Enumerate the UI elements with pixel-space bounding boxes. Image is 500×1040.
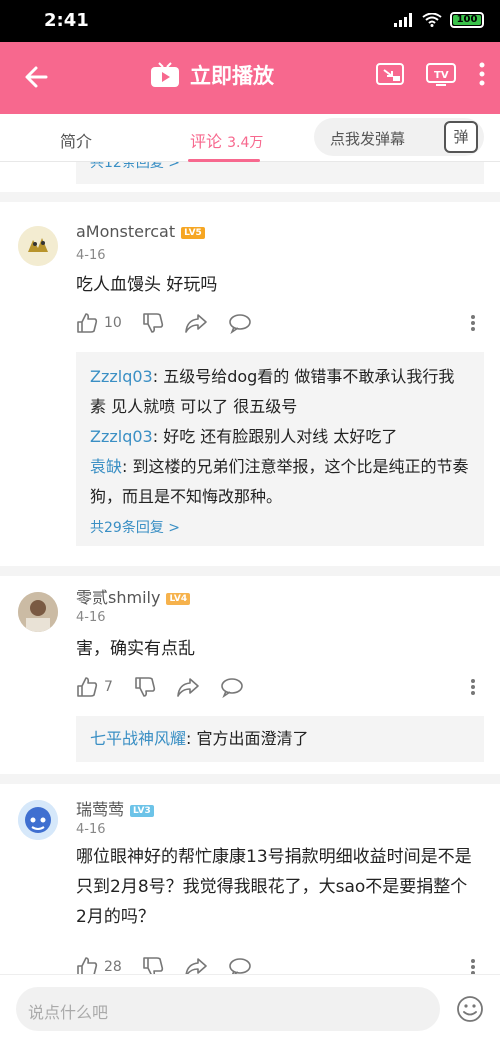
reply-preview-box[interactable]: Zzzlq03: 五级号给dog看的 做错事不敢承认我行我素 见人就喷 可以了 … (76, 352, 484, 546)
comment-date: 4-16 (76, 822, 106, 837)
tv-icon[interactable]: TV (426, 62, 456, 86)
reply-user[interactable]: Zzzlq03 (90, 427, 153, 446)
tab-comments[interactable]: 评论 3.4万 (190, 128, 263, 152)
share-icon[interactable] (184, 312, 208, 334)
play-now-button[interactable]: 立即播放 (150, 60, 274, 90)
divider (0, 192, 500, 202)
reply-text: : 到这楼的兄弟们注意举报，这个比是纯正的节奏狗，而且是不知悔改那种。 (90, 457, 469, 506)
avatar-image (18, 226, 58, 266)
thumbs-up-icon (77, 677, 98, 697)
level-badge: LV5 (181, 227, 205, 239)
play-now-label: 立即播放 (190, 64, 274, 88)
comment-item: aMonstercat LV5 4-16 吃人血馒头 好玩吗 10 Zzzlq03… (0, 202, 500, 562)
avatar-image (18, 800, 58, 840)
reply-preview-box[interactable]: 七平战神风耀: 官方出面澄清了 (76, 716, 484, 762)
comment-input-bar: 说点什么吧 (0, 974, 500, 1040)
comment-list[interactable]: 共12条回复 > aMonstercat LV5 4-16 吃人血馒头 好玩吗 1… (0, 162, 500, 974)
username[interactable]: 零贰shmily LV4 (76, 584, 191, 608)
comments-count: 3.4万 (227, 135, 264, 151)
divider (0, 774, 500, 784)
more-options-icon[interactable] (470, 958, 476, 974)
emoji-icon[interactable] (456, 995, 484, 1023)
signal-icon (394, 13, 412, 27)
comment-actions: 28 (76, 956, 486, 974)
svg-text:TV: TV (434, 70, 449, 81)
thumbs-down-icon[interactable] (134, 676, 156, 698)
wifi-icon (422, 13, 442, 27)
comment-actions: 10 (76, 312, 486, 336)
comment-actions: 7 (76, 676, 486, 700)
more-options-icon[interactable] (470, 314, 476, 332)
like-count: 10 (104, 315, 122, 331)
reply-user[interactable]: 袁缺 (90, 457, 122, 476)
previous-reply-box: 共12条回复 > (76, 162, 484, 184)
divider (0, 566, 500, 576)
comment-item: 瑞莺莺 LV3 4-16 哪位眼神好的帮忙康康13号捐款明细收益时间是不是只到2月… (0, 784, 500, 974)
cast-screen-icon[interactable] (376, 62, 404, 86)
reply-icon[interactable] (220, 676, 244, 698)
reply-icon[interactable] (228, 312, 252, 334)
like-button[interactable]: 10 (76, 312, 122, 334)
more-replies-link[interactable]: 共29条回复 > (90, 516, 470, 540)
status-time: 2:41 (44, 10, 89, 31)
comment-item: 零贰shmily LV4 4-16 害，确实有点乱 7 七平战神风耀: 官方出面澄… (0, 576, 500, 776)
previous-more-replies-link[interactable]: 共12条回复 > (90, 162, 180, 172)
reply-line: 袁缺: 到这楼的兄弟们注意举报，这个比是纯正的节奏狗，而且是不知悔改那种。 (90, 452, 470, 512)
danmu-input[interactable]: 点我发弹幕 弹 (314, 118, 484, 156)
tv-play-icon (151, 62, 179, 87)
thumbs-up-icon (77, 313, 98, 333)
status-bar: 2:41 100 (0, 0, 500, 42)
comment-input-placeholder: 说点什么吧 (28, 1003, 109, 1022)
comment-date: 4-16 (76, 610, 106, 625)
like-count: 7 (104, 679, 113, 695)
level-badge: LV4 (166, 593, 191, 605)
avatar[interactable] (18, 592, 58, 632)
app-bar: 立即播放 TV (0, 42, 500, 114)
status-icons: 100 (394, 12, 484, 28)
reply-line: Zzzlq03: 好吃 还有脸跟别人对线 太好吃了 (90, 422, 470, 452)
reply-icon[interactable] (228, 956, 252, 974)
reply-text: : 官方出面澄清了 (186, 729, 309, 748)
thumbs-down-icon[interactable] (142, 956, 164, 974)
like-count: 28 (104, 959, 122, 974)
like-button[interactable]: 7 (76, 676, 113, 698)
avatar[interactable] (18, 226, 58, 266)
like-button[interactable]: 28 (76, 956, 122, 974)
back-arrow-icon[interactable] (22, 62, 52, 92)
thumbs-down-icon[interactable] (142, 312, 164, 334)
danmu-toggle-button[interactable]: 弹 (444, 121, 478, 153)
comment-date: 4-16 (76, 248, 106, 263)
battery-icon: 100 (450, 12, 484, 28)
more-options-icon[interactable] (470, 678, 476, 696)
comment-text: 哪位眼神好的帮忙康康13号捐款明细收益时间是不是只到2月8号？我觉得我眼花了，大… (76, 847, 472, 927)
tab-intro[interactable]: 简介 (60, 128, 92, 152)
comment-input[interactable]: 说点什么吧 (16, 987, 440, 1031)
thumbs-up-icon (77, 957, 98, 974)
avatar[interactable] (18, 800, 58, 840)
reply-user[interactable]: Zzzlq03 (90, 367, 153, 386)
level-badge: LV3 (130, 805, 154, 817)
reply-user[interactable]: 七平战神风耀 (90, 729, 186, 748)
share-icon[interactable] (184, 956, 208, 974)
comment-text: 吃人血馒头 好玩吗 (76, 275, 218, 295)
danmu-placeholder: 点我发弹幕 (330, 130, 406, 148)
reply-line: 七平战神风耀: 官方出面澄清了 (90, 726, 470, 752)
comment-text: 害，确实有点乱 (76, 639, 195, 659)
username[interactable]: aMonstercat LV5 (76, 222, 205, 241)
more-vertical-icon[interactable] (478, 62, 486, 86)
share-icon[interactable] (176, 676, 200, 698)
avatar-image (18, 592, 58, 632)
username[interactable]: 瑞莺莺 LV3 (76, 796, 154, 820)
reply-text: : 好吃 还有脸跟别人对线 太好吃了 (152, 427, 398, 446)
reply-line: Zzzlq03: 五级号给dog看的 做错事不敢承认我行我素 见人就喷 可以了 … (90, 362, 470, 422)
